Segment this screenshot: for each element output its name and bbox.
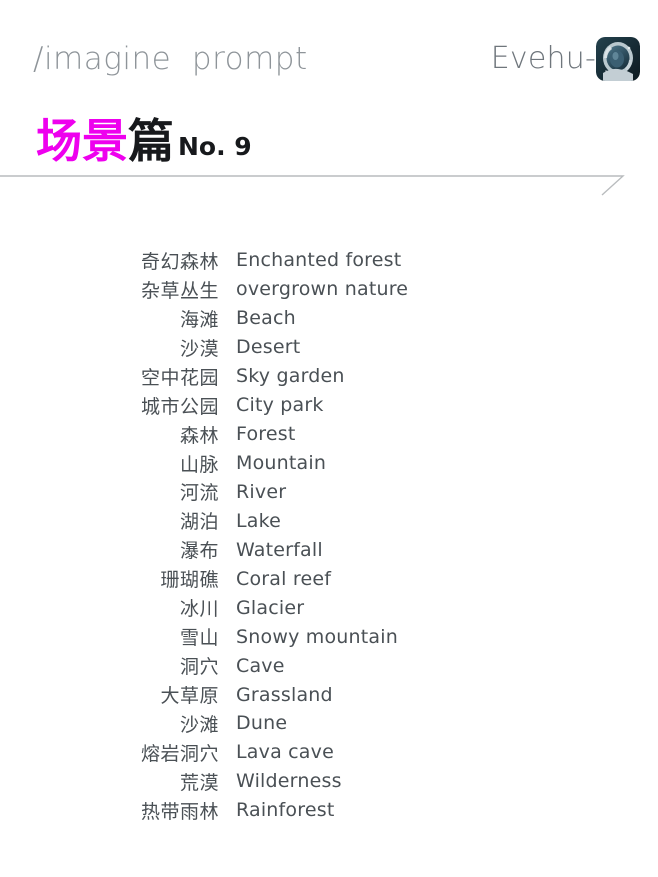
keyword-en: Forest	[236, 423, 296, 446]
list-item: 洞穴 Cave	[0, 651, 658, 680]
keyword-en: City park	[236, 394, 324, 417]
list-item: 冰川 Glacier	[0, 593, 658, 622]
keyword-cn: 杂草丛生	[140, 279, 219, 302]
list-item: 熔岩洞穴 Lava cave	[0, 738, 658, 767]
list-item: 瀑布 Waterfall	[0, 535, 658, 564]
keyword-cn: 洞穴	[179, 656, 219, 679]
header-divider	[0, 166, 658, 202]
keyword-en: Desert	[236, 336, 301, 359]
list-item: 海滩 Beach	[0, 304, 658, 333]
keyword-en: Beach	[236, 307, 296, 330]
keyword-en: overgrown nature	[236, 278, 409, 301]
keyword-cn: 沙漠	[179, 337, 219, 360]
keyword-cn: 山脉	[179, 453, 219, 476]
list-item: 奇幻森林 Enchanted forest	[0, 246, 658, 275]
keyword-en: Lake	[236, 509, 282, 532]
list-item: 湖泊 Lake	[0, 506, 658, 535]
list-item: 山脉 Mountain	[0, 449, 658, 478]
keyword-cn: 海滩	[179, 308, 219, 331]
list-item: 沙漠 Desert	[0, 333, 658, 362]
page-title: 场景 篇 No. 9	[36, 116, 252, 166]
keyword-en: Cave	[236, 654, 285, 677]
keyword-cn: 沙滩	[179, 713, 219, 736]
astronaut-avatar-icon	[596, 37, 640, 81]
list-item: 空中花园 Sky garden	[0, 362, 658, 391]
keyword-en: Glacier	[236, 596, 305, 619]
keyword-cn: 热带雨林	[140, 800, 219, 823]
keyword-cn: 城市公园	[140, 395, 219, 418]
list-item: 热带雨林 Rainforest	[0, 796, 658, 825]
brand-signature: Evehu-	[491, 36, 640, 82]
list-item: 雪山 Snowy mountain	[0, 622, 658, 651]
keyword-en: Sky garden	[236, 365, 345, 388]
title-category-suffix: 篇	[128, 114, 174, 168]
list-item: 珊瑚礁 Coral reef	[0, 564, 658, 593]
keyword-en: Rainforest	[236, 799, 335, 822]
list-item: 河流 River	[0, 478, 658, 507]
imagine-prompt-label: /imagine prompt	[33, 41, 308, 77]
keyword-cn: 湖泊	[179, 511, 219, 534]
keyword-cn: 森林	[179, 424, 219, 447]
list-item: 森林 Forest	[0, 420, 658, 449]
keyword-en: Snowy mountain	[236, 625, 398, 648]
keyword-en: Waterfall	[236, 538, 323, 561]
page-header: /imagine prompt Evehu-	[0, 36, 658, 88]
keyword-en: Lava cave	[236, 741, 334, 764]
keyword-cn: 大草原	[160, 685, 219, 708]
keyword-cn: 荒漠	[179, 771, 219, 794]
keyword-en: Dune	[236, 712, 288, 735]
list-item: 大草原 Grassland	[0, 680, 658, 709]
keyword-cn: 珊瑚礁	[160, 569, 219, 592]
keyword-en: Coral reef	[236, 567, 332, 590]
list-item: 沙滩 Dune	[0, 709, 658, 738]
keyword-en: Wilderness	[236, 770, 342, 793]
keyword-cn: 熔岩洞穴	[140, 742, 219, 765]
title-category-highlight: 场景	[36, 114, 128, 168]
keyword-cn: 奇幻森林	[140, 250, 219, 273]
keyword-en: Enchanted forest	[236, 249, 402, 272]
keyword-cn: 冰川	[179, 598, 219, 621]
list-item: 荒漠 Wilderness	[0, 767, 658, 796]
keyword-cn: 河流	[179, 482, 219, 505]
keyword-en: River	[236, 480, 287, 503]
keyword-cn: 瀑布	[179, 540, 219, 563]
keyword-en: Grassland	[236, 683, 333, 706]
title-issue-number: No. 9	[178, 132, 252, 161]
prompt-keyword-list: 奇幻森林 Enchanted forest 杂草丛生 overgrown nat…	[0, 246, 658, 825]
list-item: 城市公园 City park	[0, 391, 658, 420]
list-item: 杂草丛生 overgrown nature	[0, 275, 658, 304]
keyword-cn: 雪山	[179, 627, 219, 650]
brand-name-label: Evehu-	[490, 41, 596, 76]
keyword-cn: 空中花园	[140, 366, 219, 389]
keyword-en: Mountain	[236, 452, 327, 475]
